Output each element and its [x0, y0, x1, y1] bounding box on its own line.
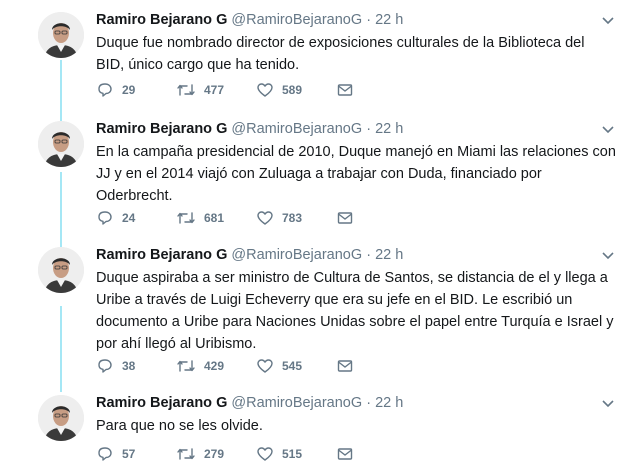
timestamp[interactable]: 22 h	[375, 121, 403, 137]
tweet-text: Duque fue nombrado director de exposicio…	[96, 35, 585, 73]
like-count: 515	[282, 447, 303, 461]
author-name[interactable]: Ramiro Bejarano G	[96, 121, 227, 137]
chevron-down-icon[interactable]	[600, 395, 616, 411]
retweet-count: 477	[204, 83, 225, 97]
timestamp[interactable]: 22 h	[375, 12, 403, 28]
author-handle[interactable]: @RamiroBejaranoG	[231, 121, 362, 137]
tweet-text: Duque aspiraba a ser ministro de Cultura…	[96, 270, 614, 352]
timestamp[interactable]: 22 h	[375, 395, 403, 411]
author-name[interactable]: Ramiro Bejarano G	[96, 12, 227, 28]
like-button[interactable]: 783	[256, 208, 302, 228]
tweet-text: Para que no se les olvide.	[96, 418, 263, 434]
chevron-down-icon[interactable]	[600, 121, 616, 137]
tweet-text: En la campaña presidencial de 2010, Duqu…	[96, 144, 616, 204]
author-name[interactable]: Ramiro Bejarano G	[96, 395, 227, 411]
reply-count: 24	[122, 211, 136, 225]
reply-icon	[98, 211, 112, 225]
direct-message-button[interactable]	[336, 356, 354, 376]
retweet-icon	[177, 84, 195, 96]
reply-button[interactable]: 24	[96, 208, 135, 228]
tweet-header: Ramiro Bejarano G @RamiroBejaranoG · 22 …	[96, 119, 403, 139]
reply-count: 57	[122, 447, 136, 461]
tweet[interactable]: Ramiro Bejarano G @RamiroBejaranoG · 22 …	[0, 393, 632, 470]
retweet-icon	[177, 212, 195, 224]
timestamp[interactable]: 22 h	[375, 247, 403, 263]
avatar[interactable]	[38, 247, 84, 293]
like-button[interactable]: 515	[256, 444, 302, 464]
avatar[interactable]	[38, 12, 84, 58]
chevron-down-icon[interactable]	[600, 247, 616, 263]
avatar[interactable]	[38, 121, 84, 167]
retweet-icon	[177, 360, 195, 372]
retweet-button[interactable]: 681	[176, 208, 224, 228]
direct-message-button[interactable]	[336, 444, 354, 464]
envelope-icon	[337, 84, 353, 96]
separator-dot: ·	[366, 121, 372, 137]
tweet-header: Ramiro Bejarano G @RamiroBejaranoG · 22 …	[96, 245, 403, 265]
tweet-actions: 38 429 545	[96, 356, 396, 376]
retweet-button[interactable]: 429	[176, 356, 224, 376]
retweet-button[interactable]: 477	[176, 80, 224, 100]
envelope-icon	[337, 448, 353, 460]
reply-count: 29	[122, 83, 136, 97]
like-button[interactable]: 545	[256, 356, 302, 376]
heart-icon	[257, 83, 273, 97]
retweet-count: 681	[204, 211, 225, 225]
retweet-count: 429	[204, 359, 225, 373]
reply-button[interactable]: 38	[96, 356, 135, 376]
tweet[interactable]: Ramiro Bejarano G @RamiroBejaranoG · 22 …	[0, 10, 632, 110]
separator-dot: ·	[366, 12, 372, 28]
author-handle[interactable]: @RamiroBejaranoG	[231, 247, 362, 263]
heart-icon	[257, 359, 273, 373]
retweet-icon	[177, 448, 195, 460]
reply-button[interactable]: 29	[96, 80, 135, 100]
avatar[interactable]	[38, 395, 84, 441]
tweet-header: Ramiro Bejarano G @RamiroBejaranoG · 22 …	[96, 10, 403, 30]
reply-icon	[98, 447, 112, 461]
tweet[interactable]: Ramiro Bejarano G @RamiroBejaranoG · 22 …	[0, 245, 632, 381]
tweet-actions: 24 681 783	[96, 208, 396, 228]
like-button[interactable]: 589	[256, 80, 302, 100]
tweet-actions: 29 477 589	[96, 80, 396, 100]
chevron-down-icon[interactable]	[600, 12, 616, 28]
tweet-header: Ramiro Bejarano G @RamiroBejaranoG · 22 …	[96, 393, 403, 413]
like-count: 783	[282, 211, 303, 225]
tweet[interactable]: Ramiro Bejarano G @RamiroBejaranoG · 22 …	[0, 119, 632, 239]
like-count: 545	[282, 359, 303, 373]
retweet-button[interactable]: 279	[176, 444, 224, 464]
envelope-icon	[337, 360, 353, 372]
direct-message-button[interactable]	[336, 208, 354, 228]
retweet-count: 279	[204, 447, 225, 461]
separator-dot: ·	[366, 395, 372, 411]
direct-message-button[interactable]	[336, 80, 354, 100]
author-handle[interactable]: @RamiroBejaranoG	[231, 395, 362, 411]
envelope-icon	[337, 212, 353, 224]
like-count: 589	[282, 83, 303, 97]
reply-count: 38	[122, 359, 136, 373]
author-handle[interactable]: @RamiroBejaranoG	[231, 12, 362, 28]
reply-button[interactable]: 57	[96, 444, 135, 464]
tweet-thread: Ramiro Bejarano G @RamiroBejaranoG · 22 …	[0, 0, 632, 470]
heart-icon	[257, 447, 273, 461]
separator-dot: ·	[366, 247, 372, 263]
tweet-actions: 57 279 515	[96, 444, 396, 464]
reply-icon	[98, 359, 112, 373]
author-name[interactable]: Ramiro Bejarano G	[96, 247, 227, 263]
reply-icon	[98, 83, 112, 97]
heart-icon	[257, 211, 273, 225]
